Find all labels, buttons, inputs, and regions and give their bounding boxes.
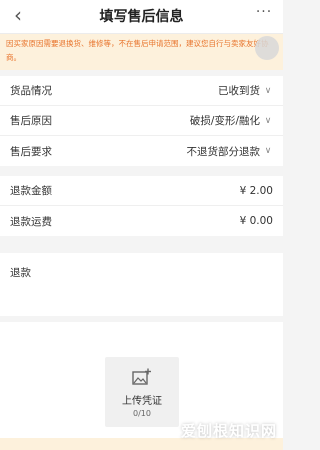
row-value: 已收到货: [218, 85, 260, 97]
watermark-text: 爱刨根知识网: [180, 422, 277, 440]
notice-banner: 因买家原因需要退换货、维修等，不在售后申请范围，建议您自行与卖家友好协商。: [0, 34, 283, 70]
row-value: 破损/变形/融化: [189, 115, 260, 127]
row-refund-amount[interactable]: 退款金额 ¥ 2.00: [0, 176, 283, 206]
refund-details: 退款金额 ¥ 2.00 退款运费 ¥ 0.00: [0, 176, 283, 236]
after-sale-options: 货品情况 已收到货 ∨ 售后原因 破损/变形/融化 ∨ 售后要求 不退货部分退款…: [0, 76, 283, 166]
row-value: 不退货部分退款: [186, 145, 261, 158]
row-after-sale-request[interactable]: 售后要求 不退货部分退款 ∨: [0, 136, 283, 166]
more-dots-icon[interactable]: ···: [253, 4, 275, 24]
refund-shipping-value: ¥ 0.00: [239, 215, 273, 227]
chevron-down-icon: ∨: [264, 146, 272, 156]
row-refund-shipping[interactable]: 退款运费 ¥ 0.00: [0, 206, 283, 236]
page-title: 填写售后信息: [99, 9, 184, 25]
refund-reason-input[interactable]: 退款: [0, 253, 283, 316]
header-bar: ‹ 填写售后信息 ···: [0, 0, 283, 34]
upload-label: 上传凭证: [122, 396, 162, 407]
notice-text: 因买家原因需要退换货、维修等，不在售后申请范围，建议您自行与卖家友好协商。: [6, 39, 269, 62]
row-label: 货品情况: [10, 85, 52, 97]
add-image-icon: [132, 368, 151, 385]
row-goods-status[interactable]: 货品情况 已收到货 ∨: [0, 76, 283, 106]
upload-proof-button[interactable]: 上传凭证 0/10: [105, 357, 179, 427]
row-label: 退款运费: [10, 215, 52, 228]
row-label: 售后原因: [10, 115, 52, 127]
refund-amount-value: ¥ 2.00: [239, 184, 273, 197]
row-label: 售后要求: [10, 145, 52, 158]
chevron-down-icon: ∨: [264, 85, 272, 96]
row-after-sale-reason[interactable]: 售后原因 破损/变形/融化 ∨: [0, 106, 283, 136]
floating-circle-button[interactable]: [255, 36, 279, 60]
row-label: 退款金额: [10, 185, 52, 197]
chevron-down-icon: ∨: [264, 115, 272, 126]
upload-count: 0/10: [133, 409, 151, 418]
reason-label: 退款: [10, 267, 31, 279]
